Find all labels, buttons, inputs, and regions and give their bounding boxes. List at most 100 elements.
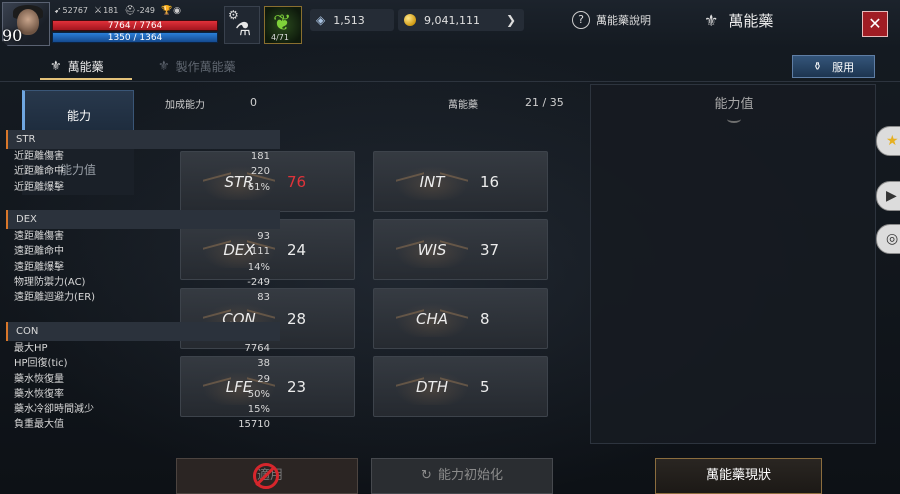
list-item: 物理防禦力(AC) -249	[6, 275, 280, 290]
row-value: 220	[250, 166, 270, 178]
help-label: 萬能藥說明	[596, 14, 651, 27]
elixir-emblem-icon: ⚜	[704, 11, 719, 30]
disabled-icon	[253, 463, 279, 489]
row-label: 藥水恢復率	[14, 388, 64, 400]
row-label: HP回復(tic)	[14, 358, 68, 370]
elixir-status-button[interactable]: 萬能藥現狀	[655, 458, 822, 494]
row-value: 93	[257, 231, 270, 242]
list-item: 負重最大值 15710	[6, 417, 280, 432]
elixir-tab-icon: ⚜	[50, 59, 62, 74]
helmet-icon: ⛑	[124, 6, 136, 16]
row-value: 29	[257, 373, 270, 385]
list-item: 遠距離傷害 93	[6, 229, 280, 244]
list-item: 最大HP 7764	[6, 341, 280, 356]
row-value: 50%	[247, 388, 270, 400]
favorite-star-button[interactable]: ★	[876, 126, 900, 156]
group-header: CON	[6, 322, 280, 341]
trophy-indicator: 🏆◉	[161, 6, 182, 16]
star-icon: ★	[886, 133, 899, 149]
window-title-text: 萬能藥	[728, 12, 774, 30]
row-label: 近距離爆擊	[14, 181, 64, 193]
elixir-count-value: 21 / 35	[525, 96, 564, 109]
panel-title: 能力值	[714, 97, 754, 112]
bonus-ability-label: 加成能力	[165, 100, 205, 111]
swirl-icon: ◎	[886, 231, 899, 247]
list-item: 遠距離爆擊 14%	[6, 260, 280, 275]
row-value: -249	[247, 276, 270, 288]
swirl-button[interactable]: ◎	[876, 224, 900, 254]
stat-values-panel: 能力值	[590, 84, 876, 444]
stat-name: DTH	[416, 378, 448, 396]
trophy-icon: 🏆	[160, 6, 173, 16]
stat-value: 23	[287, 378, 307, 396]
row-value: 83	[257, 292, 270, 304]
stat-value: 8	[480, 310, 490, 328]
flask-icon: ⚗	[235, 19, 252, 40]
stat-value: 16	[480, 173, 500, 191]
row-value: 181	[250, 151, 270, 162]
tab-craft-elixir[interactable]: ⚜ 製作萬能藥	[158, 58, 236, 75]
mini-stat-1: ➹52767	[54, 6, 88, 16]
stat-card-wis[interactable]: WIS 37	[373, 219, 548, 280]
player-mini-stats: ➹52767 ⚔181 ⛑-249 🏆◉	[54, 6, 182, 16]
row-label: 最大HP	[14, 343, 48, 354]
sword-icon: ⚔	[94, 6, 103, 16]
row-label: 遠距離爆擊	[14, 261, 64, 273]
hp-bar: 7764 / 7764	[52, 20, 218, 31]
row-value: 14%	[247, 261, 270, 273]
gold-coin-icon	[404, 14, 416, 26]
gold-currency[interactable]: 9,041,111 ❯	[398, 9, 524, 31]
list-item: 藥水恢復量 29	[6, 372, 280, 387]
stat-value: 28	[287, 310, 307, 328]
help-button[interactable]: ? 萬能藥說明	[572, 11, 651, 29]
stat-card-cha[interactable]: CHA 8	[373, 288, 548, 349]
window-title: ⚜ 萬能藥	[704, 10, 773, 31]
group-header: DEX	[6, 210, 280, 229]
row-label: 近距離傷害	[14, 151, 64, 162]
stat-name: CHA	[415, 310, 448, 328]
list-item: 藥水恢復率 50%	[6, 387, 280, 402]
row-value: 38	[257, 358, 270, 370]
row-label: 遠距離命中	[14, 246, 64, 258]
stat-card-int[interactable]: INT 16	[373, 151, 548, 212]
equipment-slot[interactable]: ⚙ ⚗	[224, 6, 260, 44]
use-button[interactable]: ⚱ 服用	[792, 55, 875, 78]
stat-value: 37	[480, 241, 500, 259]
potion-slot[interactable]: ❦ 4/71	[264, 6, 302, 44]
row-label: 藥水恢復量	[14, 373, 64, 385]
reset-ability-button[interactable]: ↻ 能力初始化	[371, 458, 553, 494]
row-label: 藥水冷卻時間減少	[14, 404, 94, 416]
close-button[interactable]: ✕	[862, 11, 888, 37]
active-tab-indicator	[40, 78, 132, 80]
use-button-label: 服用	[832, 60, 855, 74]
list-item: 近距離爆擊 61%	[6, 180, 280, 195]
apply-button[interactable]: 適用	[176, 458, 358, 494]
row-value: 111	[250, 246, 270, 258]
list-item: 藥水冷卻時間減少 15%	[6, 402, 280, 417]
list-item: 遠距離迴避力(ER) 83	[6, 290, 280, 305]
potion-count: 4/71	[271, 33, 289, 42]
row-value: 15710	[238, 419, 270, 431]
tab-bar: ⚜ 萬能藥 ⚜ 製作萬能藥	[0, 52, 900, 82]
potion-icon: ⚱	[812, 60, 823, 73]
chevron-right-icon[interactable]: ❯	[506, 13, 516, 27]
top-bar: 90 ➹52767 ⚔181 ⛑-249 🏆◉ 7764 / 7764 1350…	[0, 0, 900, 48]
reset-button-label: 能力初始化	[437, 468, 503, 483]
crystal-amount: 1,513	[333, 13, 365, 27]
mp-bar: 1350 / 1364	[52, 32, 218, 43]
stat-group-dex: DEX 遠距離傷害 93 遠距離命中 111 遠距離爆擊 14% 物理防禦力(AC) -…	[6, 210, 280, 305]
gold-amount: 9,041,111	[424, 13, 480, 27]
player-level: 90	[2, 26, 23, 45]
stat-name: WIS	[417, 241, 447, 259]
row-label: 負重最大值	[14, 419, 64, 431]
tab-elixir[interactable]: ⚜ 萬能藥	[50, 58, 104, 75]
elixir-count-label: 萬能藥	[448, 100, 478, 111]
row-value: 15%	[247, 404, 270, 416]
stat-card-dth[interactable]: DTH 5	[373, 356, 548, 417]
row-value: 7764	[244, 343, 270, 354]
stat-value: 76	[287, 173, 307, 191]
row-label: 遠距離迴避力(ER)	[14, 292, 96, 304]
medal-icon: ◉	[173, 6, 182, 16]
play-button[interactable]: ▶	[876, 181, 900, 211]
tab-craft-label: 製作萬能藥	[175, 60, 236, 74]
